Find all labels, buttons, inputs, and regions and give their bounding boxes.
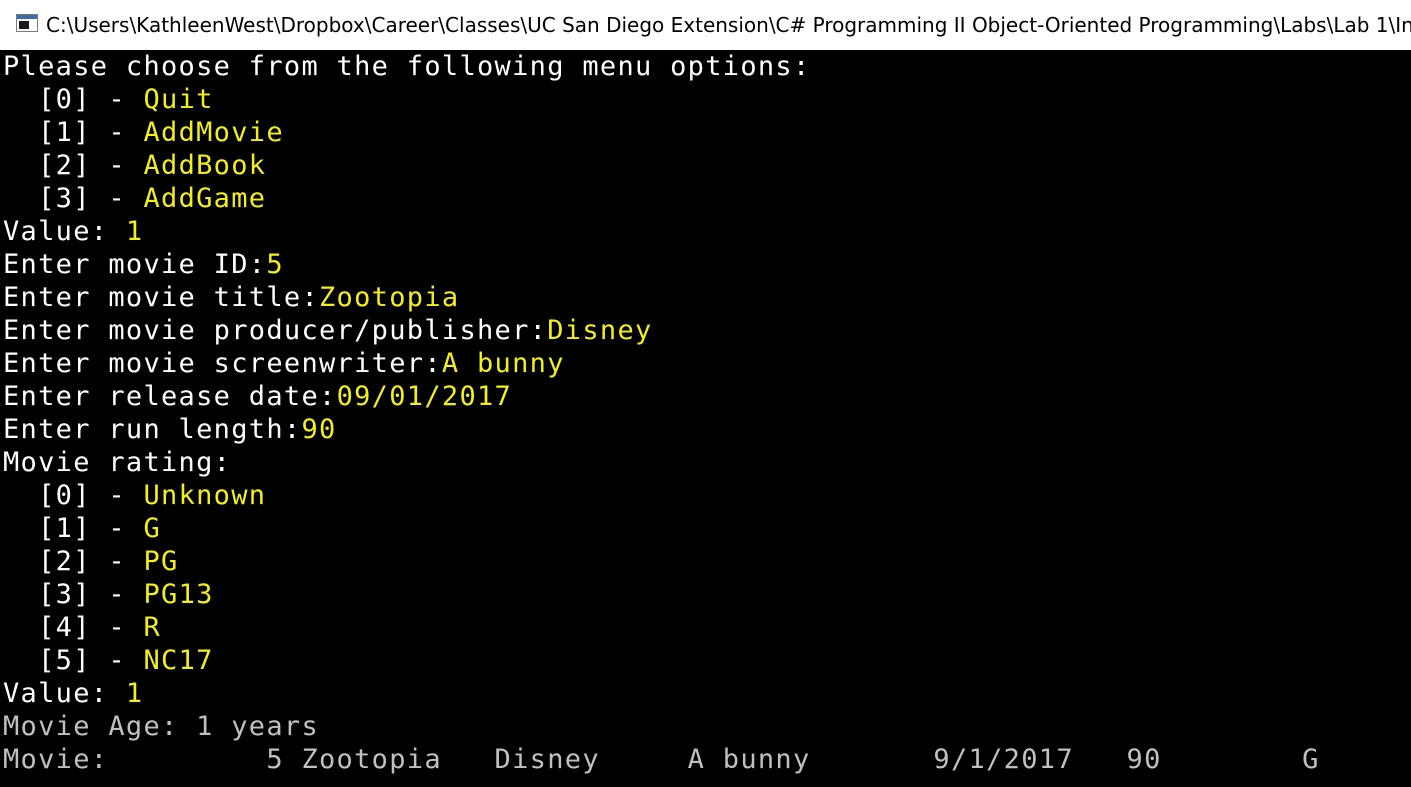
rating-option-label: NC17 <box>143 645 214 676</box>
movie-age-line: Movie Age: 1 years <box>3 711 319 742</box>
rating-option: [3] - PG13 <box>3 578 214 611</box>
field-line-run-length: Enter run length:90 <box>3 413 337 446</box>
rating-option: [1] - G <box>3 512 161 545</box>
rating-option-key: [3] - <box>3 579 144 610</box>
menu-option: [3] - AddGame <box>3 182 266 215</box>
rating-option-label: G <box>143 513 162 544</box>
field-prompt: Enter movie title: <box>3 282 319 313</box>
rating-option: [2] - PG <box>3 545 179 578</box>
field-line-screenwriter: Enter movie screenwriter:A bunny <box>3 347 565 380</box>
rating-prompt: Movie rating: <box>3 447 232 478</box>
title-bar[interactable]: C:\Users\KathleenWest\Dropbox\Career\Cla… <box>0 0 1411 50</box>
menu-option-label: Quit <box>143 84 214 115</box>
rating-option: [4] - R <box>3 611 161 644</box>
rating-option-label: PG <box>143 546 179 577</box>
rating-option-key: [2] - <box>3 546 144 577</box>
rating-option-key: [4] - <box>3 612 144 643</box>
field-prompt: Enter movie screenwriter: <box>3 348 442 379</box>
menu-option-key: [3] - <box>3 183 144 214</box>
console-icon-bar <box>17 15 37 19</box>
rating-option: [0] - Unknown <box>3 479 266 512</box>
menu-option-key: [2] - <box>3 150 144 181</box>
field-prompt: Enter movie producer/publisher: <box>3 315 548 346</box>
rating-value-line: Value: 1 <box>3 677 143 710</box>
rating-option-label: PG13 <box>143 579 214 610</box>
rating-option-key: [1] - <box>3 513 144 544</box>
console-window: C:\Users\KathleenWest\Dropbox\Career\Cla… <box>0 0 1411 787</box>
rating-option-key: [0] - <box>3 480 144 511</box>
field-value: 09/01/2017 <box>336 381 513 412</box>
rating-option: [5] - NC17 <box>3 644 214 677</box>
field-value: Disney <box>547 315 653 346</box>
menu-value-line: Value: 1 <box>3 215 143 248</box>
window-title: C:\Users\KathleenWest\Dropbox\Career\Cla… <box>46 13 1411 37</box>
menu-option-label: AddGame <box>143 183 267 214</box>
menu-option: [0] - Quit <box>3 83 214 116</box>
field-line-movie-title: Enter movie title:Zootopia <box>3 281 459 314</box>
field-prompt: Enter run length: <box>3 414 302 445</box>
rating-option-label: R <box>143 612 162 643</box>
field-line-movie-id: Enter movie ID:5 <box>3 248 284 281</box>
console-output[interactable]: Please choose from the following menu op… <box>3 50 1411 787</box>
movie-summary-line: Movie: 5 Zootopia Disney A bunny 9/1/201… <box>3 744 1320 775</box>
rating-option-key: [5] - <box>3 645 144 676</box>
field-line-release-date: Enter release date:09/01/2017 <box>3 380 512 413</box>
field-value: 5 <box>266 249 284 280</box>
menu-option-label: AddBook <box>143 150 267 181</box>
menu-option-label: AddMovie <box>143 117 284 148</box>
field-line-producer: Enter movie producer/publisher:Disney <box>3 314 653 347</box>
menu-option-key: [1] - <box>3 117 144 148</box>
value-label: Value: <box>3 216 126 247</box>
field-value: Zootopia <box>319 282 460 313</box>
field-prompt: Enter movie ID: <box>3 249 267 280</box>
menu-value: 1 <box>125 216 144 247</box>
field-value: 90 <box>301 414 337 445</box>
menu-option: [1] - AddMovie <box>3 116 284 149</box>
rating-value: 1 <box>125 678 144 709</box>
console-icon-screen <box>19 21 29 29</box>
rating-option-label: Unknown <box>143 480 267 511</box>
field-prompt: Enter release date: <box>3 381 337 412</box>
menu-option: [2] - AddBook <box>3 149 266 182</box>
console-window-icon[interactable] <box>16 14 38 32</box>
menu-prompt: Please choose from the following menu op… <box>3 51 811 82</box>
value-label: Value: <box>3 678 126 709</box>
menu-option-key: [0] - <box>3 84 144 115</box>
field-value: A bunny <box>441 348 565 379</box>
